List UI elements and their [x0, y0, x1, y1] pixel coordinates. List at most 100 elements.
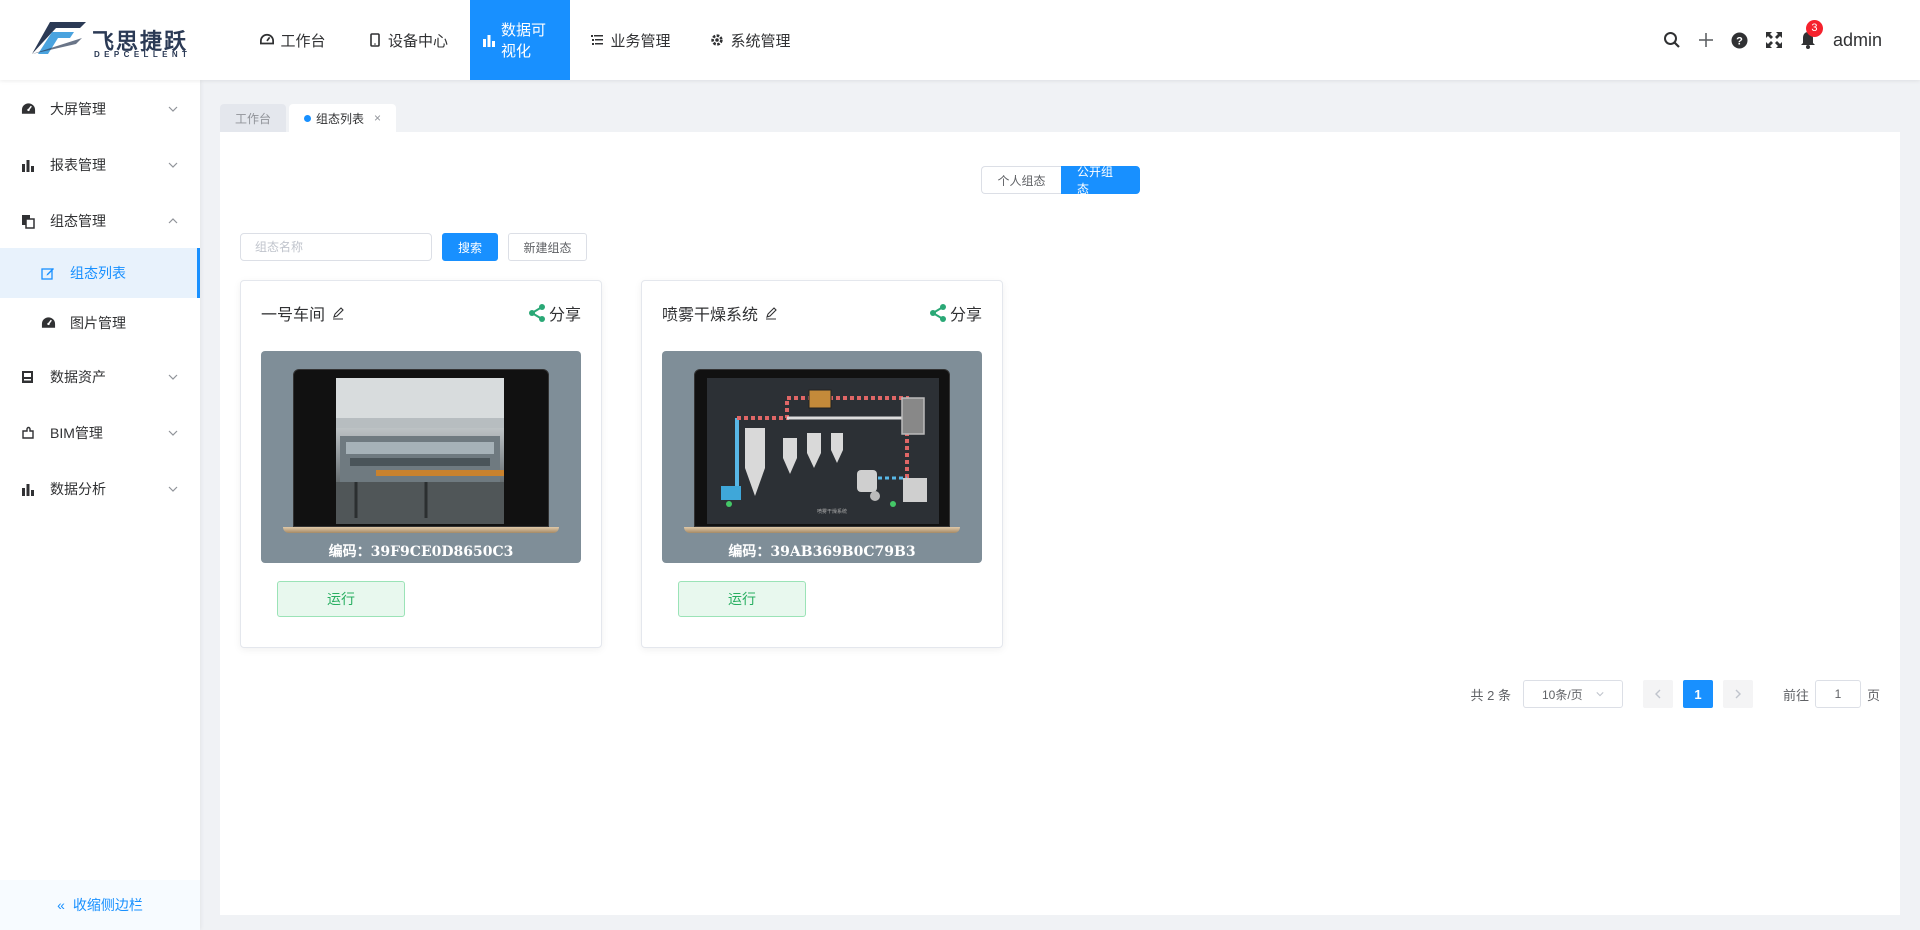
configuration-card: 一号车间 分享 编码：39F9CE0D8650C3 运行	[240, 280, 602, 648]
sidebar: 大屏管理 报表管理 组态管理 组态列表 图片管理 数据资产 BIM管理 数据分析…	[0, 80, 200, 930]
puzzle-icon	[20, 425, 36, 441]
sidebar-item-label: 数据资产	[50, 369, 106, 385]
sidebar-item-label: 报表管理	[50, 157, 106, 173]
dashboard-icon	[40, 315, 56, 331]
laptop-frame	[293, 369, 549, 527]
sidebar-item-data-analysis[interactable]: 数据分析	[0, 469, 200, 509]
card-title-text: 一号车间	[261, 307, 326, 324]
run-button[interactable]: 运行	[678, 581, 806, 617]
sidebar-subitem-label: 图片管理	[70, 315, 126, 331]
search-button[interactable]: 搜索	[442, 233, 498, 261]
workshop-photo	[336, 378, 504, 524]
sidebar-item-configuration-management[interactable]: 组态管理	[0, 201, 200, 241]
bar-chart-icon	[20, 481, 36, 497]
card-title: 一号车间	[261, 301, 345, 325]
configuration-code: 编码：39AB369B0C79B3	[728, 544, 916, 560]
copy-icon	[20, 213, 36, 229]
close-icon[interactable]: ×	[374, 111, 381, 125]
laptop-frame: 喷雾干燥系统	[694, 369, 950, 527]
run-button[interactable]: 运行	[277, 581, 405, 617]
double-chevron-left-icon: «	[57, 897, 65, 913]
nav-label: 业务管理	[610, 32, 671, 50]
chevron-right-icon	[1735, 689, 1741, 699]
nav-item-business[interactable]: 业务管理	[570, 0, 690, 80]
sidebar-item-report-management[interactable]: 报表管理	[0, 145, 200, 185]
help-icon[interactable]: ?	[1729, 29, 1751, 51]
new-configuration-button[interactable]: 新建组态	[508, 233, 587, 261]
page-tabs: 工作台 组态列表 ×	[220, 104, 399, 132]
laptop-base	[283, 527, 559, 533]
nav-label: 系统管理	[730, 32, 791, 50]
spray-dryer-diagram: 喷雾干燥系统	[707, 378, 939, 524]
sidebar-item-data-assets[interactable]: 数据资产	[0, 357, 200, 397]
page-number-button[interactable]: 1	[1682, 680, 1713, 708]
edit-pen-icon[interactable]	[331, 306, 345, 320]
tab-workbench[interactable]: 工作台	[220, 104, 287, 132]
personal-configuration-button[interactable]: 个人组态	[981, 166, 1061, 194]
share-label: 分享	[949, 307, 982, 324]
configuration-thumbnail[interactable]: 编码：39F9CE0D8650C3	[261, 351, 581, 563]
mobile-icon	[367, 32, 383, 48]
bell-icon[interactable]: 3	[1797, 20, 1823, 51]
share-label: 分享	[548, 307, 581, 324]
sidebar-subitem-configuration-list[interactable]: 组态列表	[0, 248, 200, 298]
configuration-scope-toggle: 个人组态 公开组态	[981, 165, 1140, 196]
pagination: 共 2 条 10条/页 1 前往 页	[1471, 680, 1880, 708]
chevron-down-icon	[168, 162, 178, 168]
chevron-down-icon	[168, 374, 178, 380]
sidebar-item-bim-management[interactable]: BIM管理	[0, 413, 200, 453]
active-dot-icon	[304, 114, 312, 122]
goto-page-input[interactable]	[1814, 680, 1861, 708]
logo-subtext: DEPCELLENT	[94, 50, 192, 59]
gear-icon	[709, 32, 725, 48]
chevron-down-icon	[168, 430, 178, 436]
bar-chart-icon	[20, 157, 36, 173]
logo[interactable]: 飞思捷跃 DEPCELLENT	[30, 18, 190, 62]
search-icon[interactable]	[1661, 29, 1683, 51]
content-panel: 个人组态 公开组态 搜索 新建组态 一号车间 分享	[220, 132, 1900, 915]
share-icon	[929, 304, 946, 322]
database-icon	[20, 369, 36, 385]
collapse-sidebar-button[interactable]: « 收缩侧边栏	[0, 880, 200, 930]
configuration-thumbnail[interactable]: 喷雾干燥系统 编码：39AB369B0C79B3	[662, 351, 982, 563]
configuration-name-input[interactable]	[240, 233, 432, 261]
prev-page-button[interactable]	[1642, 680, 1673, 708]
next-page-button[interactable]	[1722, 680, 1753, 708]
goto-prefix: 前往	[1782, 687, 1809, 703]
edit-pen-icon[interactable]	[764, 306, 778, 320]
share-button[interactable]: 分享	[928, 301, 982, 325]
nav-item-device-center[interactable]: 设备中心	[350, 0, 465, 80]
sidebar-subitem-image-management[interactable]: 图片管理	[0, 298, 200, 348]
sidebar-item-screen-management[interactable]: 大屏管理	[0, 89, 200, 129]
nav-label: 数据可视化	[501, 22, 547, 60]
plus-icon[interactable]	[1695, 29, 1717, 51]
svg-text:喷雾干燥系统: 喷雾干燥系统	[817, 508, 847, 515]
top-header: 飞思捷跃 DEPCELLENT 工作台 设备中心 数据可视化 业务管理 系统管理…	[0, 0, 1920, 80]
goto-page: 前往 页	[1783, 680, 1880, 708]
laptop-base	[684, 527, 960, 533]
fullscreen-icon[interactable]	[1763, 29, 1785, 51]
nav-item-data-visualization[interactable]: 数据可视化	[470, 0, 570, 80]
configuration-code: 编码：39F9CE0D8650C3	[328, 544, 514, 560]
logo-mark-icon	[32, 22, 86, 54]
top-nav: 工作台 设备中心 数据可视化 业务管理 系统管理	[235, 0, 810, 80]
page-size-select[interactable]: 10条/页	[1522, 680, 1623, 708]
chevron-down-icon	[1596, 692, 1604, 697]
share-icon	[528, 304, 545, 322]
nav-item-workbench[interactable]: 工作台	[235, 0, 350, 80]
nav-label: 设备中心	[387, 32, 448, 50]
nav-item-system[interactable]: 系统管理	[690, 0, 810, 80]
sidebar-item-label: 大屏管理	[50, 101, 106, 117]
main-content: 工作台 组态列表 × 个人组态 公开组态 搜索 新建组态 一号车间 分享	[220, 100, 1900, 915]
public-configuration-button[interactable]: 公开组态	[1061, 165, 1140, 196]
svg-text:?: ?	[1737, 35, 1744, 47]
tab-label: 工作台	[235, 111, 272, 126]
tab-configuration-list[interactable]: 组态列表 ×	[289, 104, 397, 132]
username[interactable]: admin	[1833, 30, 1882, 51]
chevron-down-icon	[168, 486, 178, 492]
sidebar-item-label: 组态管理	[50, 213, 106, 229]
page-size-value: 10条/页	[1541, 687, 1583, 702]
dashboard-icon	[20, 101, 36, 117]
nav-label: 工作台	[280, 32, 326, 50]
share-button[interactable]: 分享	[527, 301, 581, 325]
